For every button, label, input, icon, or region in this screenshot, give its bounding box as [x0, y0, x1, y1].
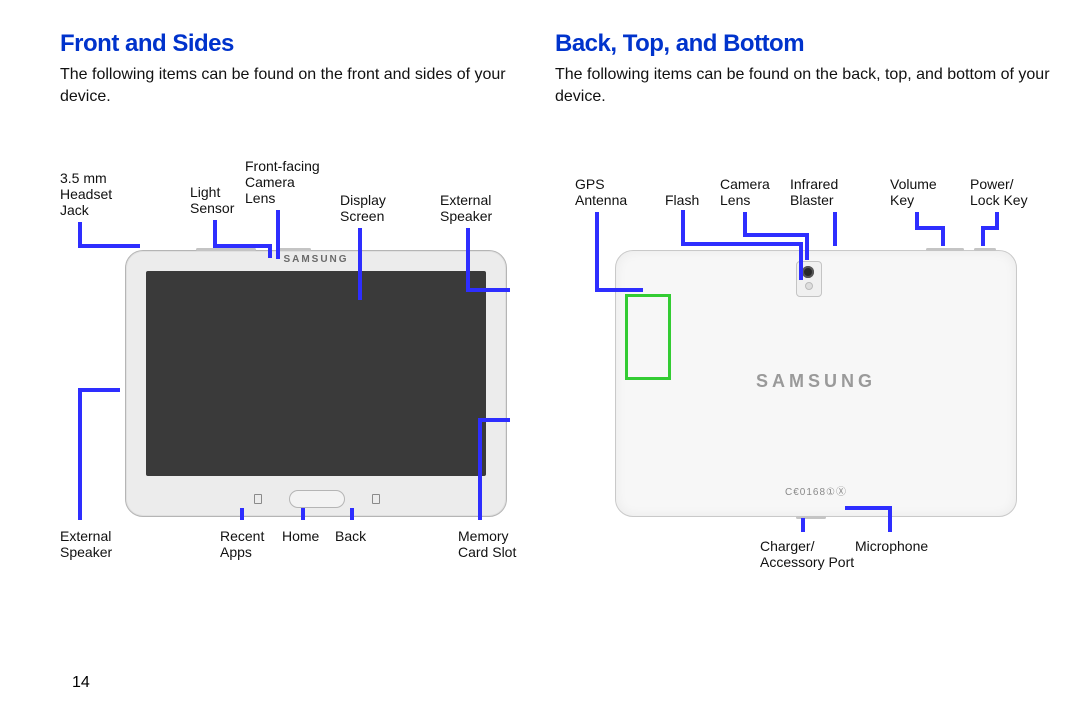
front-sides-section: Front and Sides The following items can … [60, 30, 560, 107]
label-recent-apps: Recent Apps [220, 528, 264, 560]
camera-lens-icon [802, 266, 814, 278]
back-diagram: GPS Antenna Flash Camera Lens Infrared B… [555, 140, 1055, 580]
label-light-sensor: Light Sensor [190, 184, 234, 216]
back-key-icon [372, 494, 380, 504]
recent-apps-key-icon [254, 494, 262, 504]
back-brand-text: SAMSUNG [616, 371, 1016, 392]
label-gps: GPS Antenna [575, 176, 627, 208]
tablet-back-body: SAMSUNG C€0168①Ⓧ [615, 250, 1017, 517]
front-intro: The following items can be found on the … [60, 64, 560, 107]
label-back: Back [335, 528, 366, 544]
front-diagram: 3.5 mm Headset Jack Light Sensor Front-f… [60, 140, 560, 580]
front-brand-text: SAMSUNG [126, 254, 506, 265]
page-number: 14 [72, 674, 90, 692]
label-ir-blaster: Infrared Blaster [790, 176, 838, 208]
label-microphone: Microphone [855, 538, 928, 554]
home-button [289, 490, 345, 508]
label-power: Power/ Lock Key [970, 176, 1028, 208]
back-intro: The following items can be found on the … [555, 64, 1055, 107]
back-heading: Back, Top, and Bottom [555, 30, 1055, 58]
label-charger: Charger/ Accessory Port [760, 538, 854, 570]
label-external-speaker-bottom: External Speaker [60, 528, 112, 560]
label-volume: Volume Key [890, 176, 937, 208]
label-external-speaker-top: External Speaker [440, 192, 492, 224]
tablet-screen [146, 271, 486, 476]
label-headset-jack: 3.5 mm Headset Jack [60, 170, 112, 218]
flash-icon [805, 282, 813, 290]
front-heading: Front and Sides [60, 30, 560, 58]
gps-highlight-box [625, 294, 671, 380]
ce-mark: C€0168①Ⓧ [616, 483, 1016, 498]
label-front-camera: Front-facing Camera Lens [245, 158, 320, 206]
label-camera-lens: Camera Lens [720, 176, 770, 208]
label-flash: Flash [665, 192, 699, 208]
tablet-front-body: SAMSUNG [125, 250, 507, 517]
label-home: Home [282, 528, 319, 544]
label-memory-slot: Memory Card Slot [458, 528, 516, 560]
back-top-bottom-section: Back, Top, and Bottom The following item… [555, 30, 1055, 107]
label-display-screen: Display Screen [340, 192, 386, 224]
